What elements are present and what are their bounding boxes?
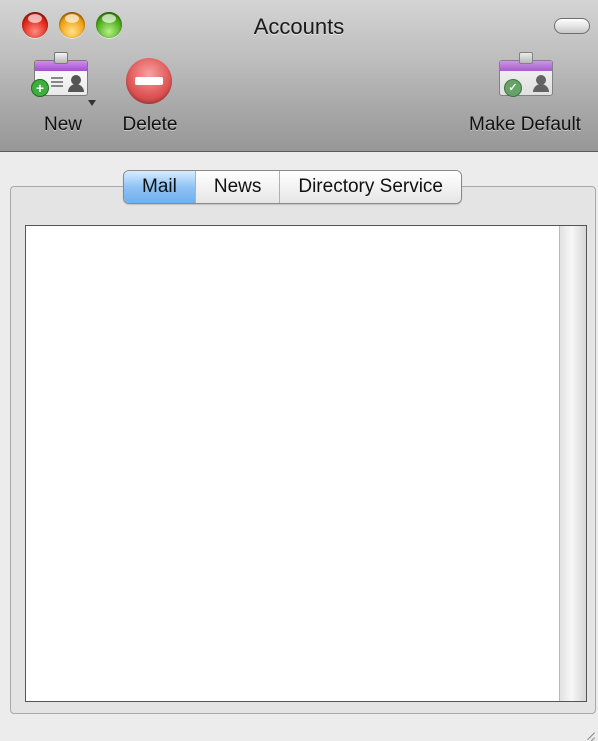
delete-label: Delete: [122, 114, 178, 135]
add-account-card-icon: +: [31, 52, 88, 97]
dropdown-arrow-icon[interactable]: [88, 100, 96, 106]
tab-bar: Mail News Directory Service: [123, 170, 463, 204]
toolbar-toggle-button[interactable]: [554, 18, 590, 34]
accounts-list[interactable]: [25, 225, 587, 702]
window-title: Accounts: [253, 14, 345, 39]
title-toolbar: Accounts + New Delete ✓ Make Default: [0, 0, 598, 152]
default-account-card-icon: ✓: [499, 52, 553, 97]
make-default-button[interactable]: ✓ Make Default: [458, 52, 592, 136]
delete-button[interactable]: Delete: [116, 58, 184, 136]
vertical-scrollbar[interactable]: [559, 226, 586, 701]
new-account-button[interactable]: + New: [20, 52, 106, 136]
delete-no-entry-icon: [126, 58, 172, 104]
new-label: New: [43, 114, 82, 135]
tab-mail[interactable]: Mail: [124, 171, 195, 203]
tab-directory-service[interactable]: Directory Service: [279, 171, 462, 203]
accounts-window: Accounts + New Delete ✓ Make Default Mai…: [0, 0, 598, 741]
tab-news[interactable]: News: [194, 171, 280, 203]
resize-grip-icon[interactable]: [581, 724, 595, 738]
make-default-label: Make Default: [469, 114, 581, 135]
